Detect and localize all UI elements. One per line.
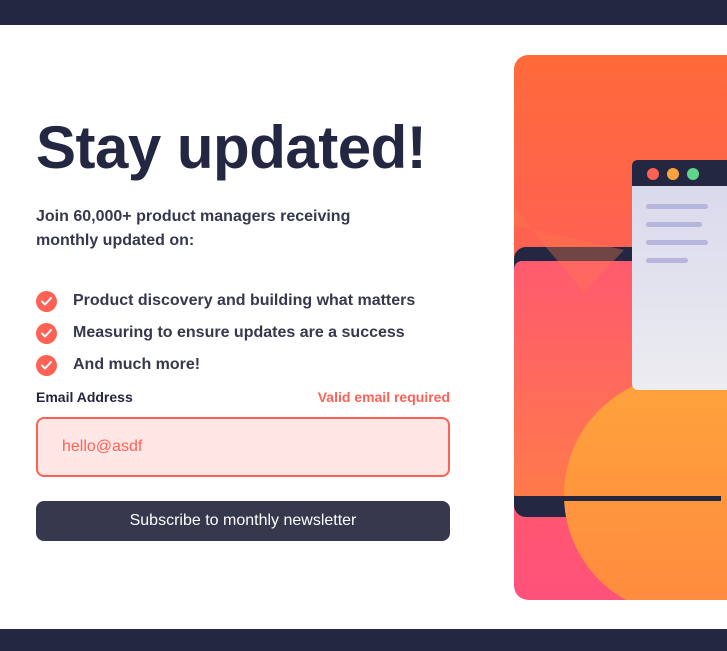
feature-list: Product discovery and building what matt… (36, 285, 415, 381)
feature-item: Product discovery and building what matt… (36, 285, 415, 317)
signup-card: Stay updated! Join 60,000+ product manag… (0, 25, 727, 629)
feature-item: And much more! (36, 349, 415, 381)
feature-label: Measuring to ensure updates are a succes… (73, 324, 405, 341)
check-icon (36, 290, 57, 312)
email-label: Email Address (36, 389, 133, 405)
subscribe-button[interactable]: Subscribe to monthly newsletter (36, 501, 450, 541)
newsletter-illustration (514, 55, 727, 600)
intro-text: Join 60,000+ product managers receiving … (36, 208, 351, 249)
feature-label: Product discovery and building what matt… (73, 292, 416, 309)
page-title: Stay updated! (36, 114, 427, 181)
email-field[interactable] (36, 417, 450, 477)
email-error-message: Valid email required (317, 389, 450, 405)
check-icon (36, 354, 57, 376)
email-label-row: Email Address Valid email required (36, 389, 450, 405)
check-icon (36, 322, 57, 344)
feature-item: Measuring to ensure updates are a succes… (36, 317, 415, 349)
feature-label: And much more! (73, 356, 201, 373)
